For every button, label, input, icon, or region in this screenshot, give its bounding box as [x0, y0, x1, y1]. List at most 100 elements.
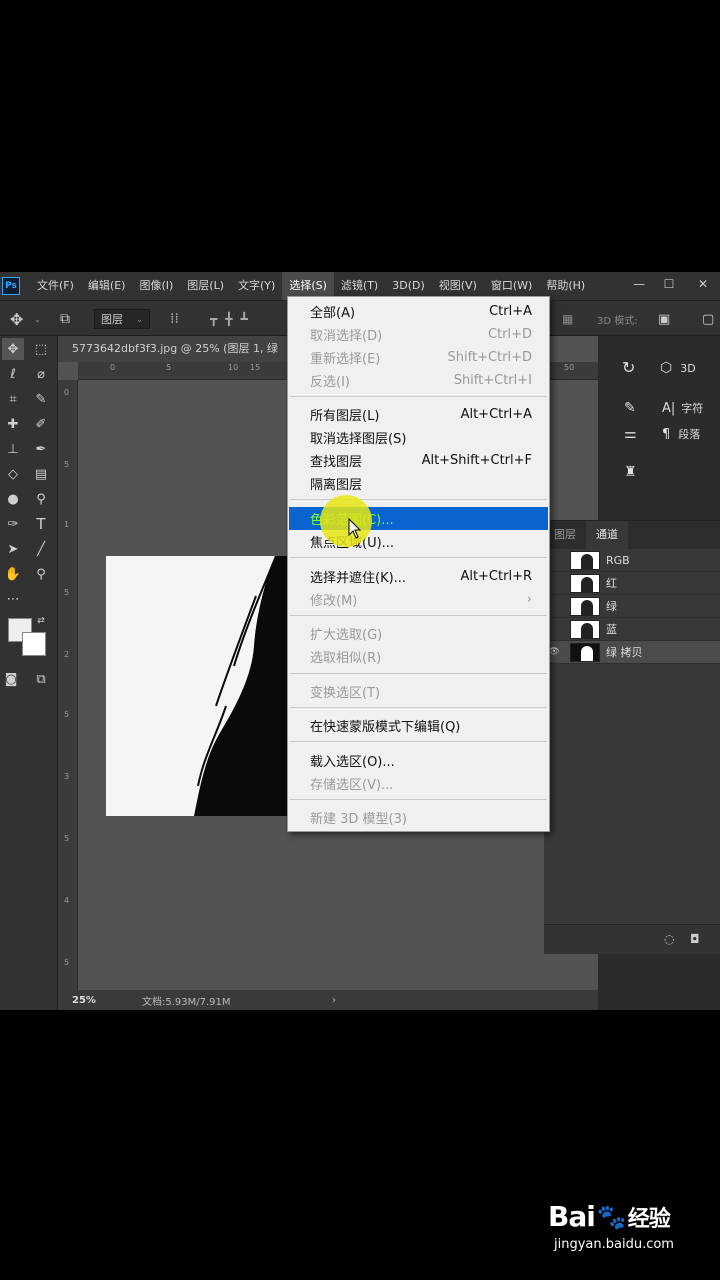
menu-item-label: 存储选区(V)... — [310, 778, 394, 793]
line-tool-icon[interactable]: ╱ — [30, 538, 52, 560]
menu-item-transform-selection[interactable]: 变换选区(T) — [289, 680, 548, 703]
menu-layer[interactable]: 图层(L) — [180, 272, 231, 300]
channel-thumbnail — [570, 596, 600, 616]
menu-item-modify[interactable]: 修改(M) › — [289, 588, 548, 611]
blur-tool-icon[interactable]: ● — [2, 488, 24, 510]
menu-item-label: 查找图层 — [310, 455, 363, 470]
menu-edit[interactable]: 编辑(E) — [81, 272, 133, 300]
cursor-highlight — [320, 495, 372, 547]
menu-item-select-and-mask[interactable]: 选择并遮住(K)... Alt+Ctrl+R — [289, 565, 548, 588]
path-select-icon[interactable]: ➤ — [2, 538, 24, 560]
quick-select-tool-icon[interactable]: ⌀ — [30, 363, 52, 385]
menu-item-load-selection[interactable]: 载入选区(O)... — [289, 749, 548, 772]
baidu-jingyan-watermark: Bai 🐾 经验 jingyan.baidu.com — [548, 1200, 718, 1270]
menu-item-save-selection[interactable]: 存储选区(V)... — [289, 772, 548, 795]
menu-image[interactable]: 图像(I) — [132, 272, 180, 300]
status-arrow-icon[interactable]: › — [332, 995, 336, 1006]
panel-toggle-icon[interactable]: ▢ — [702, 309, 714, 329]
gradient-tool-icon[interactable]: ▤ — [30, 463, 52, 485]
align-icons[interactable]: ┳╋┻ — [210, 309, 256, 329]
menu-item-isolate-layers[interactable]: 隔离图层 — [289, 472, 548, 495]
menu-item-shortcut: Alt+Ctrl+R — [460, 569, 532, 584]
menu-item-deselect[interactable]: 取消选择(D) Ctrl+D — [289, 323, 548, 346]
swap-colors-icon[interactable]: ⇄ — [34, 614, 48, 628]
tab-channels[interactable]: 通道 — [586, 521, 628, 549]
menu-separator — [290, 557, 547, 558]
menu-item-label: 取消选择图层(S) — [310, 432, 407, 447]
channel-row-green[interactable]: 绿 — [544, 595, 720, 618]
menu-item-all-layers[interactable]: 所有图层(L) Alt+Ctrl+A — [289, 403, 548, 426]
move-tool-icon[interactable]: ✥ — [2, 338, 24, 360]
marquee-tool-icon[interactable]: ⬚ — [30, 338, 52, 360]
brush-settings-icon[interactable]: ✎ — [624, 400, 636, 416]
menu-item-label: 反选(I) — [310, 375, 350, 390]
maximize-icon[interactable]: ☐ — [654, 272, 684, 296]
menu-item-quick-mask-edit[interactable]: 在快速蒙版模式下编辑(Q) — [289, 714, 548, 737]
channel-name: 红 — [606, 577, 617, 590]
crop-tool-icon[interactable]: ⌗ — [2, 388, 24, 410]
status-bar: 25% 文档:5.93M/7.91M › — [58, 990, 598, 1010]
document-tab[interactable]: 5773642dbf3f3.jpg @ 25% (图层 1, 绿 — [58, 336, 298, 362]
load-channel-selection-icon[interactable]: ◌ — [664, 932, 674, 946]
move-tool-icon[interactable]: ✥ — [10, 309, 23, 329]
paragraph-panel-button[interactable]: ¶ 段落 — [662, 426, 700, 442]
character-panel-button[interactable]: A| 字符 — [662, 400, 703, 416]
pen-tool-icon[interactable]: ✑ — [2, 513, 24, 535]
menu-item-inverse[interactable]: 反选(I) Shift+Ctrl+I — [289, 369, 548, 392]
menu-type[interactable]: 文字(Y) — [231, 272, 282, 300]
background-color-swatch[interactable] — [22, 632, 46, 656]
auto-select-target[interactable]: 图层 ⌄ — [94, 309, 150, 329]
menu-item-select-all[interactable]: 全部(A) Ctrl+A — [289, 300, 548, 323]
channel-name: 蓝 — [606, 623, 617, 636]
workspace-icon[interactable]: ▣ — [658, 309, 670, 329]
clone-stamp-icon[interactable]: ⊥ — [2, 438, 24, 460]
menu-item-similar[interactable]: 选取相似(R) — [289, 645, 548, 668]
channel-row-green-copy[interactable]: 👁 绿 拷贝 — [544, 641, 720, 664]
channel-name: 绿 — [606, 600, 617, 613]
channel-row-blue[interactable]: 蓝 — [544, 618, 720, 641]
adjustments-icon[interactable]: ⚌ — [624, 426, 637, 442]
channel-row-rgb[interactable]: RGB — [544, 549, 720, 572]
ruler-tick: 4 — [64, 896, 70, 905]
ruler-tick: 10 — [228, 363, 239, 372]
transform-controls-icon[interactable]: ⁞⁞ — [170, 309, 179, 329]
cube-icon: ⬡ — [660, 360, 673, 376]
history-icon[interactable]: ↻ — [622, 358, 635, 377]
dodge-tool-icon[interactable]: ⚲ — [30, 488, 52, 510]
stamp-icon[interactable]: ♜ — [624, 464, 637, 480]
hair-silhouette — [194, 556, 288, 816]
menu-item-reselect[interactable]: 重新选择(E) Shift+Ctrl+D — [289, 346, 548, 369]
lasso-tool-icon[interactable]: ℓ — [2, 363, 24, 385]
auto-select-icon[interactable]: ⧉ — [60, 309, 70, 329]
menu-item-find-layers[interactable]: 查找图层 Alt+Shift+Ctrl+F — [289, 449, 548, 472]
channel-row-red[interactable]: 红 — [544, 572, 720, 595]
eyedropper-tool-icon[interactable]: ✎ — [30, 388, 52, 410]
distribute-icon[interactable]: ▦ — [562, 309, 573, 329]
menu-item-new-3d-model[interactable]: 新建 3D 模型(3) — [289, 806, 548, 829]
menu-item-grow[interactable]: 扩大选取(G) — [289, 622, 548, 645]
chevron-down-icon[interactable]: ⌄ — [34, 309, 41, 329]
menu-file[interactable]: 文件(F) — [30, 272, 81, 300]
tab-layers[interactable]: 图层 — [544, 521, 586, 549]
menu-separator — [290, 707, 547, 708]
type-tool-icon[interactable]: T — [30, 513, 52, 535]
zoom-level[interactable]: 25% — [72, 995, 142, 1006]
history-brush-icon[interactable]: ✒ — [30, 438, 52, 460]
more-tools-icon[interactable]: ⋯ — [2, 588, 24, 610]
3d-panel-button[interactable]: ⬡ 3D — [660, 360, 696, 376]
save-selection-icon[interactable]: ◘ — [690, 932, 700, 946]
eraser-tool-icon[interactable]: ◇ — [2, 463, 24, 485]
close-icon[interactable]: ✕ — [688, 272, 718, 296]
panel-tabs: 图层 通道 — [544, 521, 720, 549]
brush-tool-icon[interactable]: ✐ — [30, 413, 52, 435]
ruler-tick: 5 — [64, 588, 70, 597]
quick-mask-icon[interactable]: ◙ — [0, 668, 22, 690]
channels-panel: 图层 通道 RGB 红 绿 蓝 👁 绿 拷贝 ◌ ◘ — [544, 520, 720, 954]
canvas-image[interactable] — [106, 556, 288, 816]
menu-item-deselect-layers[interactable]: 取消选择图层(S) — [289, 426, 548, 449]
hand-tool-icon[interactable]: ✋ — [2, 563, 24, 585]
healing-brush-icon[interactable]: ✚ — [2, 413, 24, 435]
minimize-icon[interactable]: — — [624, 272, 654, 296]
screen-mode-icon[interactable]: ⧉ — [30, 668, 52, 690]
zoom-tool-icon[interactable]: ⚲ — [30, 563, 52, 585]
